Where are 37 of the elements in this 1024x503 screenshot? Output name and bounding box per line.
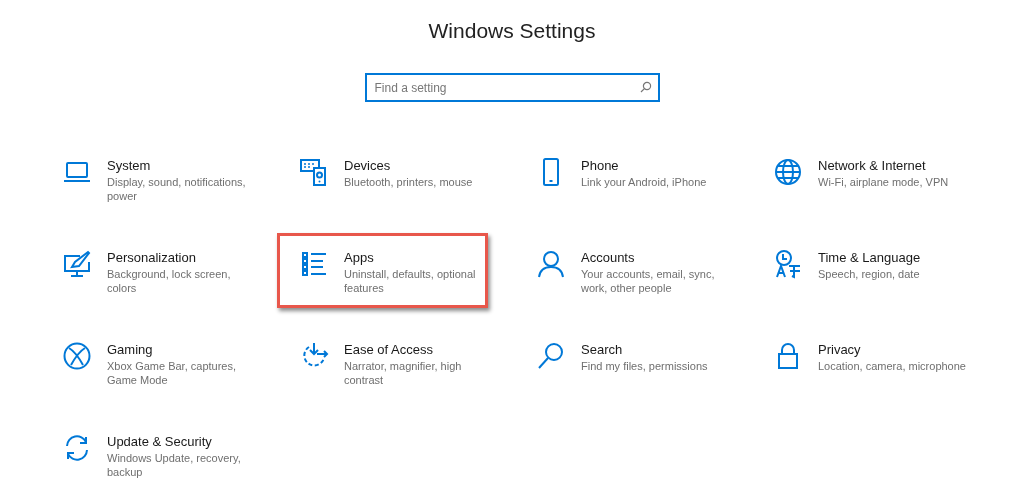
tile-title[interactable]: Devices [344,157,494,174]
tile-title[interactable]: Phone [581,157,731,174]
paint-monitor-icon[interactable] [62,249,92,279]
tile-description: Narrator, magnifier, high contrast [344,359,463,387]
page-title: Windows Settings [428,18,596,44]
tile-description: Display, sound, notifications, power [107,175,247,203]
tile-description: Xbox Game Bar, captures, Game Mode [107,359,237,387]
xbox-icon[interactable] [62,341,92,371]
tile-title[interactable]: Time & Language [818,249,968,266]
list-icon[interactable] [299,249,329,279]
tile-description: Background, lock screen, colors [107,267,232,295]
tile-title[interactable]: Gaming [107,341,257,358]
tile-title[interactable]: Personalization [107,249,257,266]
tile-title[interactable]: Accounts [581,249,731,266]
globe-icon[interactable] [773,157,803,187]
tile-title[interactable]: Privacy [818,341,968,358]
tile-description: Find my files, permissions [581,359,709,373]
tile-description: Windows Update, recovery, backup [107,451,242,479]
tile-description: Uninstall, defaults, optional features [344,267,477,295]
keyboard-speaker-icon[interactable] [299,157,329,187]
tile-title[interactable]: Update & Security [107,433,257,450]
tile-title[interactable]: Apps [344,249,494,266]
tile-description: Your accounts, email, sync, work, other people [581,267,716,295]
tile-description: Wi-Fi, airplane mode, VPN [818,175,950,189]
tile-description: Bluetooth, printers, mouse [344,175,474,189]
clock-letter-icon[interactable] [773,249,803,279]
search-icon[interactable] [536,341,566,371]
tile-title[interactable]: Search [581,341,731,358]
tile-title[interactable]: System [107,157,257,174]
tile-title[interactable]: Network & Internet [818,157,968,174]
search-field[interactable]: Find a setting [364,73,660,102]
tile-description: Speech, region, date [818,267,921,281]
tile-title[interactable]: Ease of Access [344,341,494,358]
search-icon [639,81,652,93]
tile-description: Location, camera, microphone [818,359,967,373]
tile-description: Link your Android, iPhone [581,175,708,189]
person-icon[interactable] [536,249,566,279]
